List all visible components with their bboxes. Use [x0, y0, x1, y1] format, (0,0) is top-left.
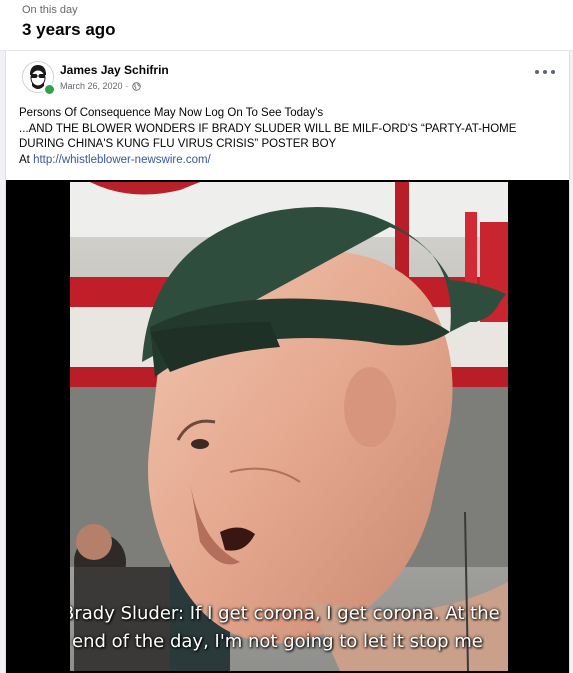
post-link[interactable]: http://whistleblower-newswire.com/: [33, 154, 211, 166]
author-name[interactable]: James Jay Schifrin: [60, 63, 169, 77]
memory-title: 3 years ago: [22, 20, 116, 39]
post-text: Persons Of Consequence May Now Log On To…: [19, 106, 559, 168]
more-options-button[interactable]: [535, 65, 555, 79]
post-text-line: ...AND THE BLOWER WONDERS IF BRADY SLUDE…: [19, 122, 517, 135]
link-prefix: At: [19, 153, 34, 166]
memory-label: On this day: [22, 4, 78, 16]
meta-separator: ·: [125, 81, 129, 91]
online-status-dot: [43, 83, 56, 96]
memory-header: On this day 3 years ago: [0, 0, 573, 50]
video-subtitle-line-1: Brady Sluder: If I get corona, I get cor…: [70, 603, 500, 624]
globe-icon: [131, 81, 141, 91]
post-card: James Jay Schifrin March 26, 2020 · Pers…: [5, 51, 570, 673]
post-date[interactable]: March 26, 2020: [60, 81, 123, 91]
post-link-line: At http://whistleblower-newswire.com/: [19, 153, 559, 169]
video-frame[interactable]: Brady Sluder: If I get corona, I get cor…: [70, 182, 508, 671]
video-player[interactable]: Brady Sluder: If I get corona, I get cor…: [6, 180, 569, 673]
post-text-line: Persons Of Consequence May Now Log On To…: [19, 107, 324, 119]
video-thumbnail-image: [70, 182, 508, 671]
video-subtitle-line-2: end of the day, I'm not going to let it …: [72, 631, 483, 652]
post-meta: March 26, 2020 ·: [60, 81, 141, 91]
more-options-icon: [535, 70, 539, 74]
post-text-line: DURING CHINA'S KUNG FLU VIRUS CRISIS” PO…: [19, 138, 337, 150]
